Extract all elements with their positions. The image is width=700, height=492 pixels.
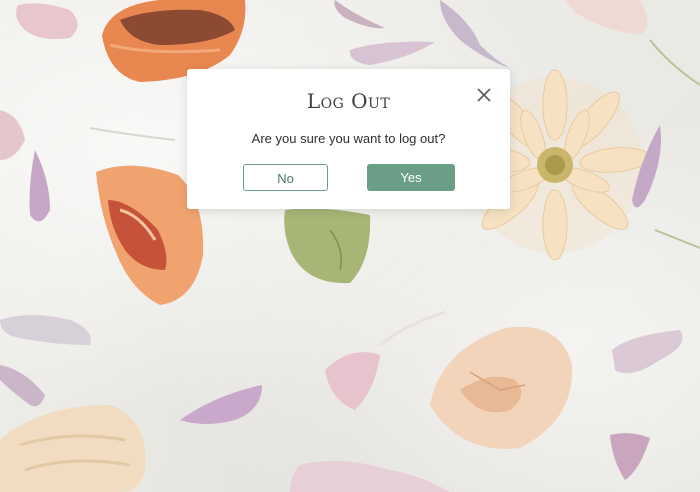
dialog-message: Are you sure you want to log out? — [251, 131, 446, 146]
no-button[interactable]: No — [243, 164, 328, 191]
close-button[interactable] — [476, 87, 492, 103]
logout-screen: Log Out Are you sure you want to log out… — [0, 0, 700, 492]
yes-button[interactable]: Yes — [367, 164, 455, 191]
close-icon — [477, 88, 491, 102]
logout-dialog: Log Out Are you sure you want to log out… — [187, 69, 510, 209]
dialog-title: Log Out — [306, 89, 391, 113]
